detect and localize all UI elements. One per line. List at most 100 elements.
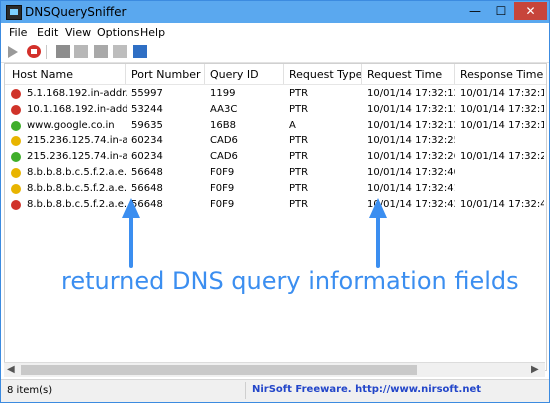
status-divider [245,382,246,399]
find-icon[interactable] [113,45,127,58]
cell-resp: 10/01/14 17:32:26.... [460,151,544,163]
cell-port: 60234 [131,151,163,163]
menu-options[interactable]: Options [97,26,139,39]
status-yellow-icon [11,136,21,147]
cell-req: 10/01/14 17:32:25.... [367,135,455,147]
cell-type: PTR [289,167,309,178]
cell-type: PTR [289,88,309,99]
cell-req: 10/01/14 17:32:12.... [367,88,455,99]
horizontal-scrollbar[interactable]: ◀ ▶ [4,362,545,377]
save-icon[interactable] [56,45,70,58]
minimize-button[interactable]: — [463,2,487,20]
cell-type: PTR [289,103,309,115]
table-header: Host Name Port Number Query ID Request T… [5,64,546,85]
cell-req: 10/01/14 17:32:12.... [367,103,455,115]
cell-type: PTR [289,151,309,163]
close-button[interactable]: ✕ [514,2,547,20]
cell-req: 10/01/14 17:32:26.... [367,151,455,163]
item-count: 8 item(s) [7,385,53,396]
cell-host: 5.1.168.192.in-addr.arpa [27,88,127,99]
table-row[interactable]: 8.b.b.8.b.c.5.f.2.a.e.a.6... 56648 F0F9 PTR… [5,181,546,198]
table-row[interactable]: 215.236.125.74.in-addr... 60234 CAD6 PTR 10/… [5,149,546,166]
cell-host: 10.1.168.192.in-addr.... [27,103,127,115]
cell-type: A [289,119,296,131]
cell-host: www.google.co.in [27,119,115,131]
column-header-request-time[interactable]: Request Time [367,68,442,81]
status-green-icon [11,152,21,163]
maximize-button[interactable]: ☐ [489,2,513,20]
scrollbar-thumb[interactable] [21,365,417,375]
cell-resp: 10/01/14 17:32:12.... [460,119,544,131]
cell-type: PTR [289,182,309,194]
scroll-left-icon[interactable]: ◀ [7,364,15,375]
cell-type: PTR [289,135,309,147]
exit-icon[interactable] [133,45,147,58]
column-divider[interactable] [125,64,126,84]
status-bar: 8 item(s) NirSoft Freeware. http://www.n… [1,379,549,402]
table-row[interactable]: 8.b.b.8.b.c.5.f.2.a.e.a.6...56648F0F9PTR… [5,165,546,182]
column-header-request-type[interactable]: Request Type [289,68,362,81]
cell-resp: 10/01/14 17:32:12.... [460,103,544,115]
menu-view[interactable]: View [65,26,91,39]
cell-resp: 10/01/14 17:32:42.... [460,198,544,210]
table-row[interactable]: 5.1.168.192.in-addr.arpa 55997 1199 PTR 10/0… [5,86,546,103]
cell-qid: F0F9 [210,182,235,194]
cell-req: 10/01/14 17:32:12.... [367,119,455,131]
stop-icon[interactable] [27,45,41,58]
menu-edit[interactable]: Edit [37,26,58,39]
table-row[interactable]: 8.b.b.8.b.c.5.f.2.a.e.a.6...56648F0F9PTR… [5,197,546,214]
table-row[interactable]: www.google.co.in 59635 16B8 A 10/01/14 17:32… [5,118,546,135]
column-divider[interactable] [283,64,284,84]
play-icon[interactable] [8,46,18,58]
nirsoft-link[interactable]: NirSoft Freeware. http://www.nirsoft.net [252,384,481,395]
cell-port: 55997 [131,88,163,99]
title-bar[interactable]: DNSQuerySniffer — ☐ ✕ [1,1,549,23]
cell-port: 56648 [131,182,163,194]
table-row[interactable]: 215.236.125.74.in-ad... 60234 CAD6 PTR 10/01… [5,133,546,150]
cell-req: 10/01/14 17:32:41.... [367,182,455,194]
annotation-arrow-left [122,198,140,268]
cell-qid: F0F9 [210,167,235,178]
cell-qid: CAD6 [210,151,238,163]
column-header-port-number[interactable]: Port Number [131,68,201,81]
cell-port: 60234 [131,135,163,147]
cell-type: PTR [289,198,309,210]
cell-qid: AA3C [210,103,238,115]
status-red-icon [11,89,21,99]
scroll-right-icon[interactable]: ▶ [531,364,539,375]
cell-qid: 16B8 [210,119,236,131]
main-window: DNSQuerySniffer — ☐ ✕ File Edit View Opt… [0,0,550,403]
status-red-icon [11,104,21,115]
cell-port: 53244 [131,103,163,115]
query-table: Host Name Port Number Query ID Request T… [4,63,547,371]
cell-resp: 10/01/14 17:32:12.... [460,88,544,99]
properties-icon[interactable] [94,45,108,58]
toolbar [1,42,549,63]
cell-port: 56648 [131,167,163,178]
annotation-arrow-right [369,198,387,268]
status-yellow-icon [11,183,21,194]
cell-port: 59635 [131,119,163,131]
toolbar-separator [46,45,47,59]
cell-host: 215.236.125.74.in-ad... [27,135,127,147]
table-row[interactable]: 10.1.168.192.in-addr.... 53244 AA3C PTR 10/0… [5,102,546,119]
cell-qid: CAD6 [210,135,238,147]
menu-file[interactable]: File [9,26,27,39]
column-divider[interactable] [454,64,455,84]
menu-help[interactable]: Help [140,26,165,39]
status-yellow-icon [11,168,21,178]
column-divider[interactable] [204,64,205,84]
menu-bar: File Edit View Options Help [1,23,549,42]
cell-qid: 1199 [210,88,236,99]
annotation-caption: returned DNS query information fields [61,267,519,296]
column-header-host-name[interactable]: Host Name [12,68,73,81]
column-header-query-id[interactable]: Query ID [210,68,259,81]
status-green-icon [11,120,21,131]
cell-host: 8.b.b.8.b.c.5.f.2.a.e.a.6... [27,182,127,194]
copy-icon[interactable] [74,45,88,58]
window-title: DNSQuerySniffer [25,5,127,19]
column-header-response-time[interactable]: Response Time [460,68,543,81]
status-red-icon [11,199,21,210]
app-icon [6,5,22,20]
column-divider[interactable] [361,64,362,84]
